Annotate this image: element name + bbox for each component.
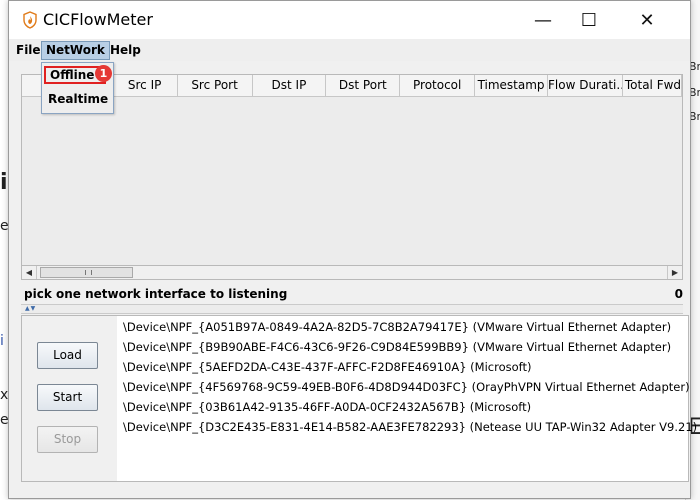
menu-file[interactable]: File bbox=[12, 41, 45, 59]
column-header[interactable]: Dst IP bbox=[253, 75, 327, 96]
shield-flame-icon bbox=[23, 11, 37, 29]
status-bar: pick one network interface to listening … bbox=[21, 286, 683, 304]
collapse-arrows-icon[interactable]: ▲▼ bbox=[25, 305, 36, 312]
close-icon: ✕ bbox=[639, 9, 655, 31]
scrollbar-thumb[interactable] bbox=[40, 267, 133, 278]
column-header[interactable]: Total Fwd P bbox=[623, 75, 682, 96]
window-title: CICFlowMeter bbox=[43, 10, 153, 29]
maximize-icon: ☐ bbox=[580, 9, 598, 31]
column-header[interactable]: Protocol bbox=[400, 75, 476, 96]
interface-list: \Device\NPF_{A051B97A-0849-4A2A-82D5-7C8… bbox=[117, 316, 697, 481]
list-item[interactable]: \Device\NPF_{B9B90ABE-F4C6-43C6-9F26-C9D… bbox=[117, 340, 688, 360]
flow-table[interactable]: Src IP Src Port Dst IP Dst Port Protocol… bbox=[21, 74, 683, 267]
column-header[interactable]: Timestamp bbox=[475, 75, 548, 96]
start-button[interactable]: Start bbox=[37, 384, 98, 411]
flow-count: 0 bbox=[674, 287, 683, 301]
split-pane-divider[interactable]: ▲▼ bbox=[21, 304, 683, 314]
list-item[interactable]: \Device\NPF_{D3C2E435-E831-4E14-B582-AAE… bbox=[117, 420, 697, 440]
menu-item-realtime[interactable]: Realtime bbox=[44, 90, 108, 108]
column-header[interactable]: Dst Port bbox=[326, 75, 401, 96]
load-button[interactable]: Load bbox=[37, 342, 98, 369]
interface-panel: Load Start Stop \Device\NPF_{A051B97A-08… bbox=[21, 315, 697, 482]
status-text: pick one network interface to listening bbox=[24, 287, 288, 301]
scrollbar-grip-icon bbox=[85, 270, 92, 275]
scroll-right-icon[interactable]: ▶ bbox=[667, 266, 682, 279]
step-badge: 1 bbox=[95, 65, 112, 82]
table-header: Src IP Src Port Dst IP Dst Port Protocol… bbox=[22, 75, 682, 97]
horizontal-scrollbar[interactable]: ◀ ▶ bbox=[21, 265, 683, 280]
stop-button[interactable]: Stop bbox=[37, 426, 98, 453]
background-fragment: i bbox=[0, 333, 4, 349]
close-button[interactable]: ✕ bbox=[624, 1, 670, 39]
scroll-left-icon[interactable]: ◀ bbox=[22, 266, 37, 279]
cicflowmeter-window: CICFlowMeter — ☐ ✕ File NetWork Help Src… bbox=[8, 0, 697, 499]
column-header[interactable]: Flow Durati... bbox=[548, 75, 623, 96]
menu-bar: File NetWork Help bbox=[9, 39, 690, 61]
list-item[interactable]: \Device\NPF_{5AEFD2DA-C43E-437F-AFFC-F2D… bbox=[117, 360, 688, 380]
title-bar: CICFlowMeter — ☐ ✕ bbox=[9, 1, 690, 39]
maximize-button[interactable]: ☐ bbox=[566, 1, 612, 39]
column-header[interactable]: Src Port bbox=[178, 75, 253, 96]
list-item[interactable]: \Device\NPF_{A051B97A-0849-4A2A-82D5-7C8… bbox=[117, 320, 688, 340]
network-dropdown-menu: Offline 1 Realtime bbox=[41, 62, 114, 114]
background-fragment: i bbox=[0, 170, 8, 195]
list-item[interactable]: \Device\NPF_{4F569768-9C59-49EB-B0F6-4D8… bbox=[117, 380, 690, 400]
minimize-icon: — bbox=[534, 9, 552, 31]
menu-network[interactable]: NetWork bbox=[41, 41, 110, 60]
column-header[interactable]: Src IP bbox=[113, 75, 178, 96]
list-item[interactable]: \Device\NPF_{03B61A42-9135-46FF-A0DA-0CF… bbox=[117, 400, 688, 420]
menu-help[interactable]: Help bbox=[106, 41, 145, 59]
minimize-button[interactable]: — bbox=[520, 1, 566, 39]
